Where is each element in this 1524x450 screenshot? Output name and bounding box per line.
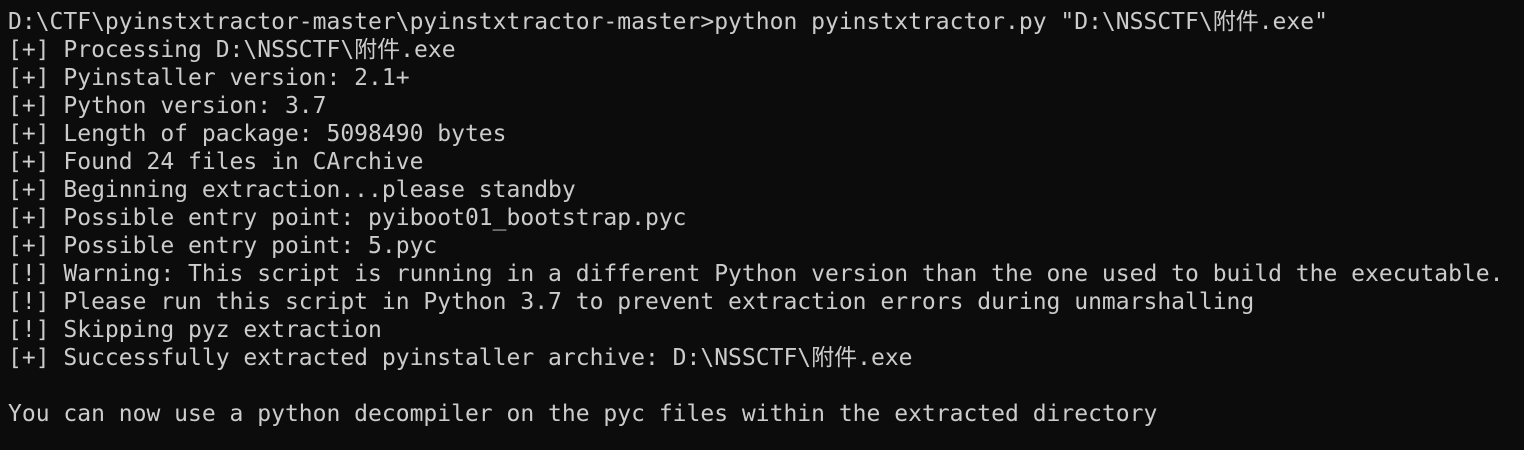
output-line-package-length: [+] Length of package: 5098490 bytes [8,121,507,147]
output-line-next-step: You can now use a python decompiler on t… [8,401,1158,427]
output-line-skipping-pyz: [!] Skipping pyz extraction [8,317,382,343]
output-line-version-warning: [!] Warning: This script is running in a… [8,261,1504,287]
output-line-python-version: [+] Python version: 3.7 [8,93,327,119]
output-line-beginning-extraction: [+] Beginning extraction...please standb… [8,177,576,203]
output-line-entry-point-bootstrap: [+] Possible entry point: pyiboot01_boot… [8,205,687,231]
terminal-window[interactable]: D:\CTF\pyinstxtractor-master\pyinstxtrac… [0,0,1524,450]
output-line-pyinstaller-version: [+] Pyinstaller version: 2.1+ [8,65,410,91]
output-line-version-advice: [!] Please run this script in Python 3.7… [8,289,1255,315]
output-line-success: [+] Successfully extracted pyinstaller a… [8,345,913,371]
output-line-entry-point-main: [+] Possible entry point: 5.pyc [8,233,438,259]
output-line-files-found: [+] Found 24 files in CArchive [8,149,424,175]
command-line: D:\CTF\pyinstxtractor-master\pyinstxtrac… [8,9,1328,35]
output-line-processing: [+] Processing D:\NSSCTF\附件.exe [8,37,456,63]
